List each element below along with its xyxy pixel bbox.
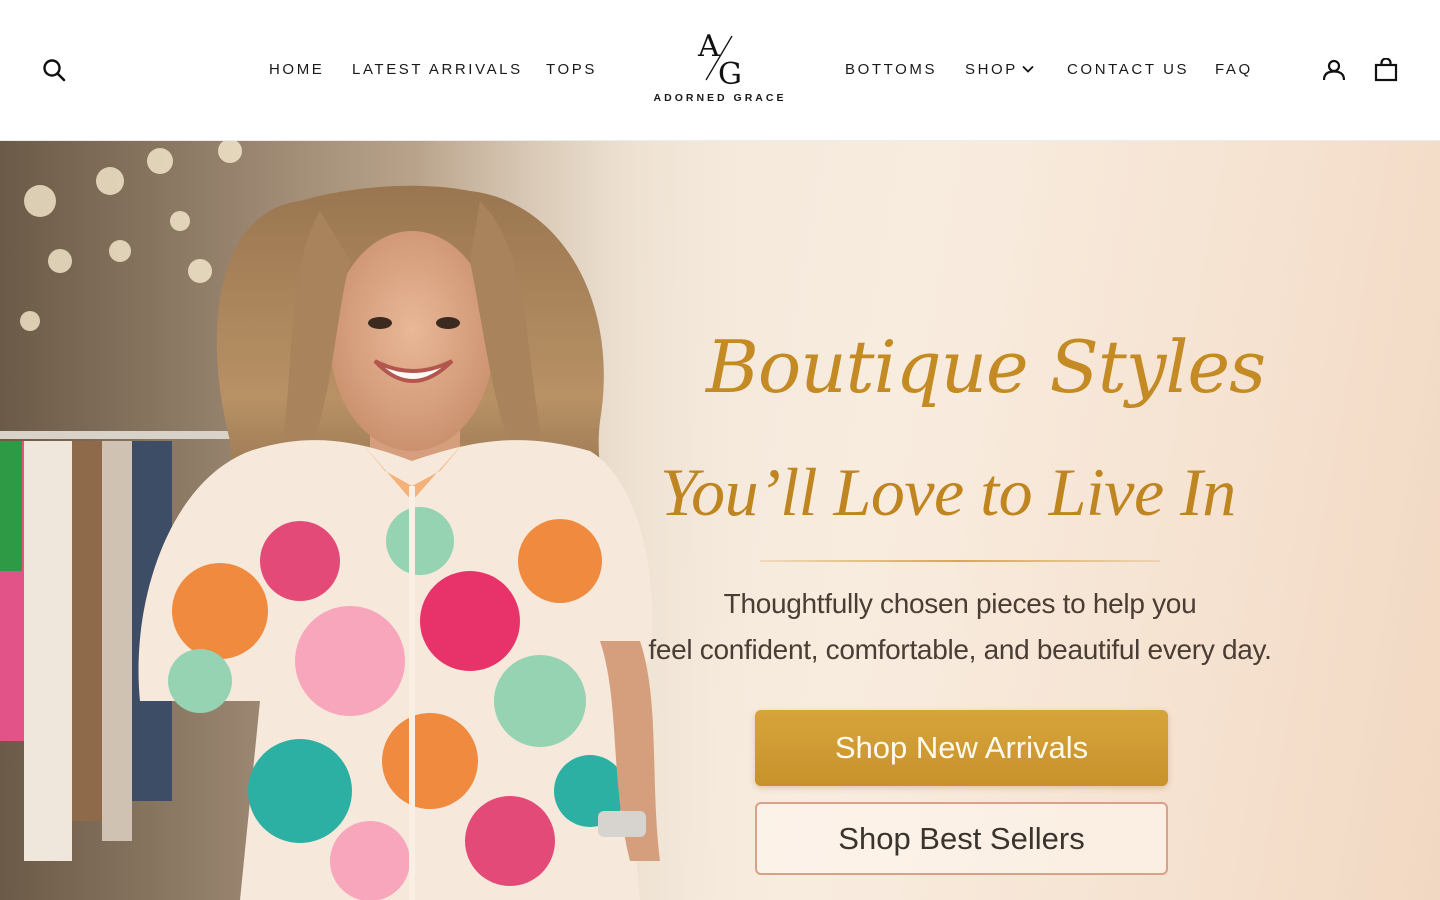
logo-letter-a: A [697,29,720,64]
hero-model-photo [0,141,760,900]
search-icon [43,59,66,82]
hero-headline-script: Boutique Styles [706,325,1266,409]
nav-latest-arrivals[interactable]: LATEST ARRIVALS [352,61,523,79]
brand-logo[interactable]: A G ADORNED GRACE [640,26,800,112]
shop-new-arrivals-button[interactable]: Shop New Arrivals [755,710,1168,786]
account-button[interactable] [1319,55,1349,85]
chevron-down-icon [1022,65,1034,73]
nav-faq[interactable]: FAQ [1215,61,1253,79]
nav-shop-label: SHOP [965,61,1018,78]
site-header: HOME LATEST ARRIVALS TOPS A G ADORNED GR… [0,0,1440,141]
nav-contact-us[interactable]: CONTACT US [1067,61,1189,79]
hero-subtext: Thoughtfully chosen pieces to help you f… [630,581,1290,673]
cart-icon [1374,58,1398,82]
shop-best-sellers-button[interactable]: Shop Best Sellers [755,802,1168,875]
nav-home[interactable]: HOME [269,61,324,79]
hero-subtext-line-1: Thoughtfully chosen pieces to help you [723,588,1197,619]
hero-divider [760,560,1160,562]
logo-monogram: A G [697,29,742,88]
nav-tops[interactable]: TOPS [546,61,597,79]
hero-subtext-line-2: feel confident, comfortable, and beautif… [648,634,1272,665]
cart-button[interactable] [1371,55,1401,85]
brand-name: ADORNED GRACE [653,92,787,104]
nav-shop[interactable]: SHOP [965,61,1034,79]
hero-banner: Boutique Styles You’ll Love to Live In T… [0,141,1440,900]
nav-bottoms[interactable]: BOTTOMS [845,61,937,79]
logo-letter-g: G [718,57,742,88]
search-button[interactable] [39,55,69,85]
hero-headline-serif: You’ll Love to Live In [660,454,1236,530]
account-icon [1322,59,1346,81]
